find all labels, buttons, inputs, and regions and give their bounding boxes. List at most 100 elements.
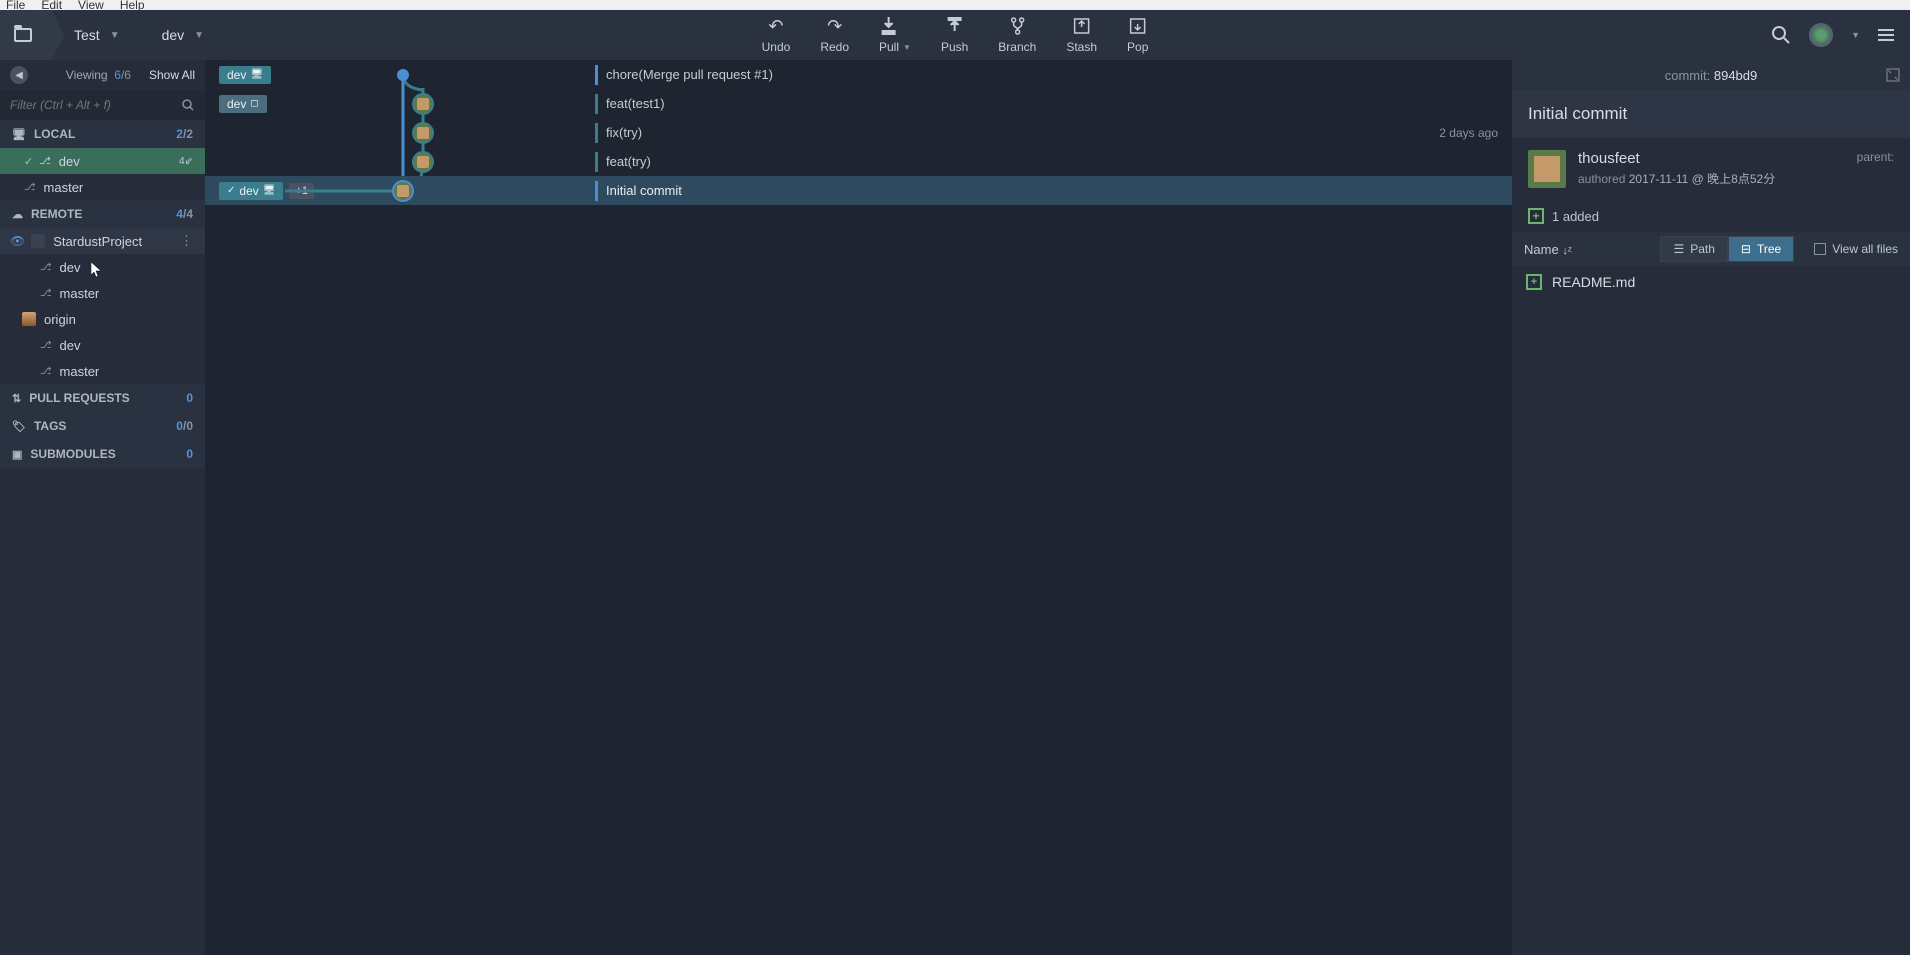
- section-submodules[interactable]: ▣ SUBMODULES 0: [0, 440, 205, 468]
- commit-message: feat(try): [606, 154, 651, 169]
- file-added-icon: +: [1526, 274, 1542, 290]
- commit-title: Initial commit: [1512, 90, 1910, 138]
- commit-avatar: [412, 122, 434, 144]
- parent-label: parent:: [1857, 150, 1894, 188]
- breadcrumb-repo-label: Test: [74, 27, 100, 43]
- pop-icon: [1130, 16, 1146, 36]
- file-row[interactable]: + README.md: [1512, 266, 1910, 298]
- pull-request-icon: ⇅: [12, 392, 21, 405]
- sort-name[interactable]: Name ↓ᶻ: [1524, 242, 1572, 257]
- commit-avatar: [412, 151, 434, 173]
- breadcrumb: Test ▼ dev ▼: [0, 10, 224, 60]
- submodule-icon: ▣: [12, 448, 22, 461]
- commit-author: thousfeet authored 2017-11-11 @ 晚上8点52分 …: [1512, 138, 1910, 200]
- commit-hash[interactable]: 894bd9: [1714, 68, 1757, 83]
- view-path-button[interactable]: ☰ Path: [1660, 236, 1727, 262]
- breadcrumb-branch-label: dev: [162, 27, 185, 43]
- sidebar-header: ◀ Viewing 6/6 Show All: [0, 60, 205, 90]
- section-tags[interactable]: 🏷 TAGS 0/0: [0, 412, 205, 440]
- pull-dropdown[interactable]: ▼: [903, 43, 911, 52]
- remote-origin-dev[interactable]: ⎇ dev: [0, 332, 205, 358]
- folder-icon: [14, 28, 32, 42]
- commit-message: fix(try): [606, 125, 642, 140]
- branch-icon: ⎇: [24, 182, 36, 193]
- branch-icon: ⎇: [40, 288, 52, 299]
- push-button[interactable]: Push: [941, 16, 968, 54]
- sidebar: ◀ Viewing 6/6 Show All 🖥 LOCAL 2/2 ✓ ⎇ d…: [0, 60, 205, 955]
- remote-stardust-dev[interactable]: ⎇ dev: [0, 254, 205, 280]
- undo-icon: ↶: [768, 16, 783, 36]
- breadcrumb-branch[interactable]: dev ▼: [140, 10, 224, 60]
- section-pull-requests[interactable]: ⇅ PULL REQUESTS 0: [0, 384, 205, 412]
- branch-button[interactable]: Branch: [998, 16, 1036, 54]
- file-name: README.md: [1552, 274, 1635, 290]
- commit-time: 2 days ago: [1439, 126, 1498, 140]
- commit-row[interactable]: dev🖥 chore(Merge pull request #1): [205, 60, 1512, 89]
- repo-folder-button[interactable]: [0, 10, 52, 60]
- view-tree-button[interactable]: ⊟ Tree: [1728, 236, 1794, 262]
- toolbar-right: ▼: [1771, 23, 1910, 47]
- detail-header: commit: 894bd9: [1512, 60, 1910, 90]
- search-button[interactable]: [1771, 25, 1791, 45]
- settings-menu-button[interactable]: [1878, 29, 1894, 41]
- toolbar: Test ▼ dev ▼ ↶ Undo ↷ Redo Pull ▼: [0, 10, 1910, 60]
- chevron-down-icon: ▼: [194, 30, 204, 41]
- remote-stardust-master[interactable]: ⎇ master: [0, 280, 205, 306]
- author-avatar: [1528, 150, 1566, 188]
- local-branch-master[interactable]: ⎇ master: [0, 174, 205, 200]
- stash-icon: [1074, 16, 1090, 36]
- commit-row[interactable]: fix(try) 2 days ago: [205, 118, 1512, 147]
- redo-icon: ↷: [827, 16, 842, 36]
- commit-detail-panel: commit: 894bd9 Initial commit thousfeet …: [1512, 60, 1910, 955]
- remote-origin[interactable]: origin: [0, 306, 205, 332]
- menu-bar[interactable]: File Edit View Help: [0, 0, 1910, 10]
- check-icon: ✓: [227, 185, 235, 196]
- commit-graph: dev🖥 chore(Merge pull request #1) dev◻ f…: [205, 60, 1512, 955]
- chevron-down-icon[interactable]: ▼: [1851, 30, 1860, 40]
- remote-origin-master[interactable]: ⎇ master: [0, 358, 205, 384]
- branch-tag[interactable]: ✓ dev 🖥: [219, 182, 283, 200]
- search-icon[interactable]: [181, 98, 195, 112]
- more-icon[interactable]: ⋮: [180, 233, 193, 249]
- computer-icon: 🖥: [250, 69, 263, 80]
- pull-button[interactable]: Pull: [879, 16, 899, 54]
- change-summary: + 1 added: [1512, 200, 1910, 232]
- cloud-icon: ☁: [12, 208, 23, 221]
- branch-icon: [1009, 16, 1025, 36]
- branch-icon: ⎇: [40, 262, 52, 273]
- expand-icon[interactable]: [1886, 68, 1900, 82]
- branch-tag[interactable]: dev◻: [219, 95, 267, 113]
- commit-row-selected[interactable]: ✓ dev 🖥 +1 Initial commit: [205, 176, 1512, 205]
- commit-message: Initial commit: [606, 183, 682, 198]
- avatar-icon: ◻: [250, 98, 258, 109]
- user-avatar[interactable]: [1809, 23, 1833, 47]
- undo-button[interactable]: ↶ Undo: [762, 16, 791, 54]
- stash-button[interactable]: Stash: [1066, 16, 1097, 54]
- section-local[interactable]: 🖥 LOCAL 2/2: [0, 120, 205, 148]
- computer-icon: 🖥: [12, 128, 26, 141]
- breadcrumb-repo[interactable]: Test ▼: [52, 10, 140, 60]
- added-icon: +: [1528, 208, 1544, 224]
- filter-input[interactable]: [10, 98, 181, 112]
- view-all-files-toggle[interactable]: View all files: [1814, 242, 1898, 256]
- filter-bar: [0, 90, 205, 120]
- remote-stardust[interactable]: 👁 StardustProject ⋮: [0, 228, 205, 254]
- redo-button[interactable]: ↷ Redo: [820, 16, 849, 54]
- section-remote[interactable]: ☁ REMOTE 4/4: [0, 200, 205, 228]
- back-button[interactable]: ◀: [10, 66, 28, 84]
- chevron-down-icon: ▼: [110, 30, 120, 41]
- eye-icon: 👁: [10, 234, 25, 248]
- branch-icon: ⎇: [39, 156, 51, 167]
- remote-icon: [22, 312, 36, 326]
- branch-tag[interactable]: dev🖥: [219, 66, 271, 84]
- pop-button[interactable]: Pop: [1127, 16, 1148, 54]
- file-toolbar: Name ↓ᶻ ☰ Path ⊟ Tree View all files: [1512, 232, 1910, 266]
- commit-row[interactable]: feat(try): [205, 147, 1512, 176]
- local-branch-dev[interactable]: ✓ ⎇ dev 4⇙: [0, 148, 205, 174]
- commit-avatar: [412, 93, 434, 115]
- author-name: thousfeet: [1578, 150, 1845, 167]
- commit-row[interactable]: dev◻ feat(test1): [205, 89, 1512, 118]
- graph-node: [397, 69, 409, 81]
- push-icon: [947, 16, 963, 36]
- show-all-button[interactable]: Show All: [149, 68, 195, 82]
